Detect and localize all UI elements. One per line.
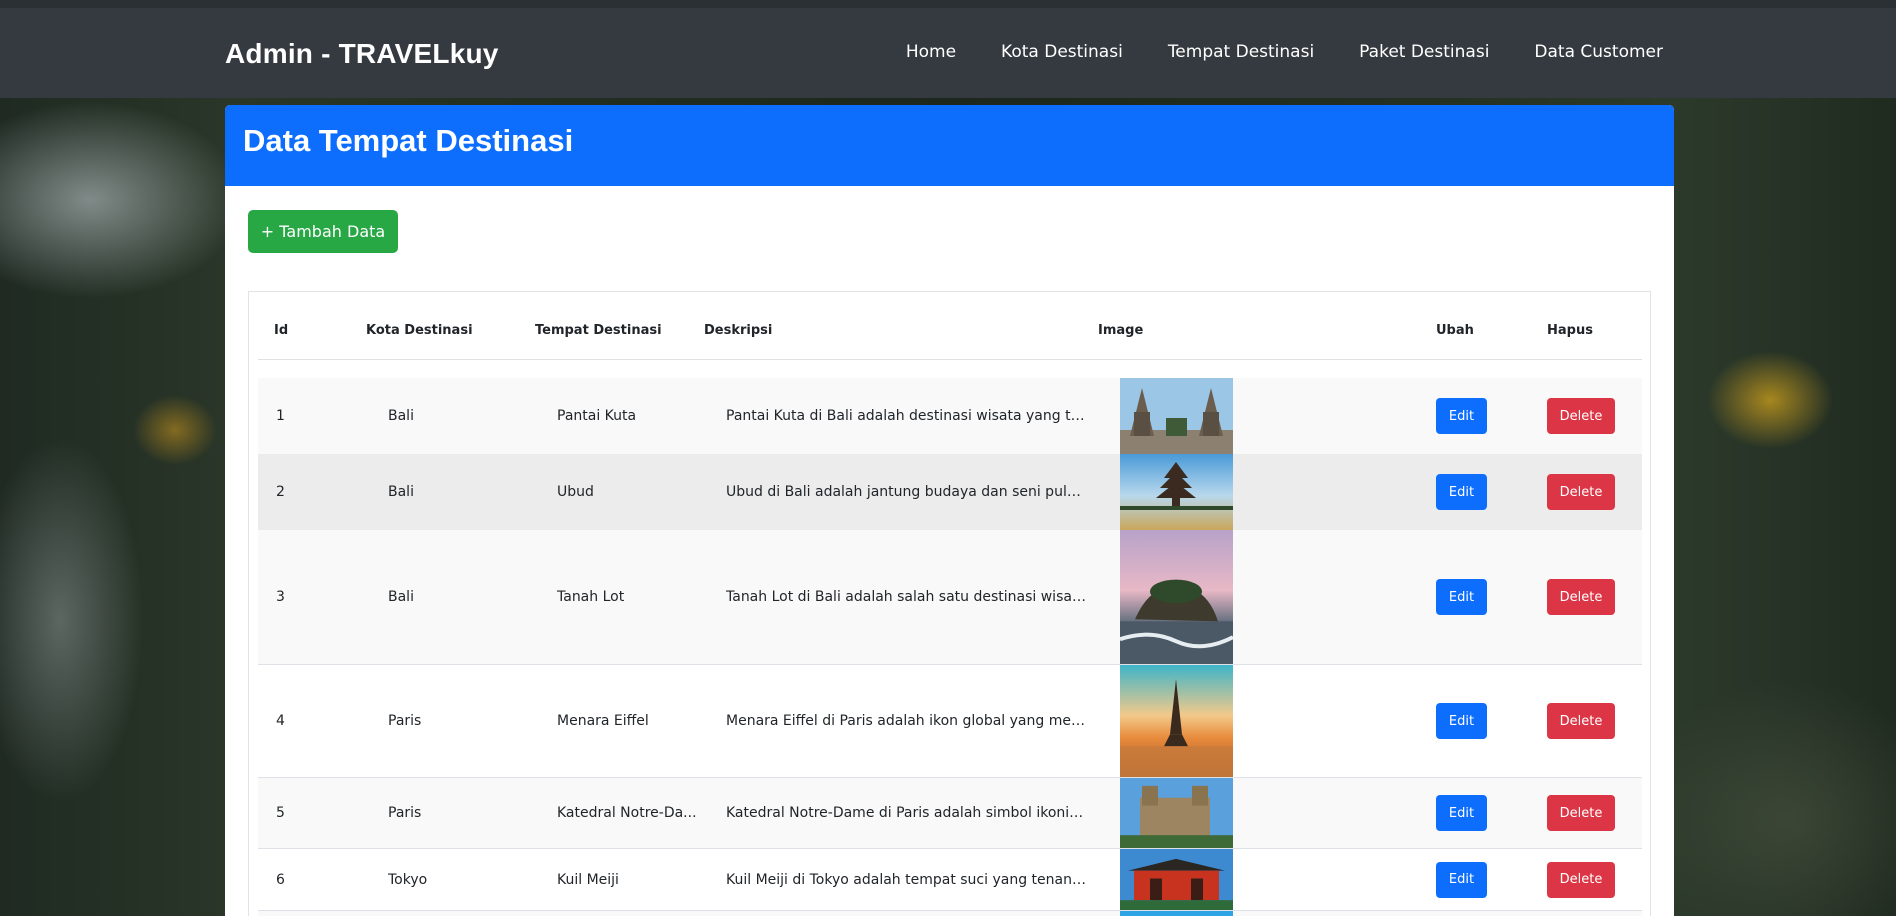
- cell-deskripsi: Kuil Meiji di Tokyo adalah tempat suci y…: [726, 871, 1086, 888]
- nav-kota-destinasi[interactable]: Kota Destinasi: [1001, 42, 1123, 62]
- delete-button[interactable]: Delete: [1547, 703, 1615, 739]
- col-header-kota: Kota Destinasi: [366, 323, 473, 338]
- eiffel-tower-photo: [1120, 665, 1233, 777]
- delete-button[interactable]: Delete: [1547, 474, 1615, 510]
- cell-tempat: Pantai Kuta: [557, 408, 637, 424]
- cell-tempat: Kuil Meiji: [557, 871, 619, 888]
- bali-temple-lake-photo: [1120, 454, 1233, 530]
- nav-data-customer[interactable]: Data Customer: [1534, 42, 1663, 62]
- destinations-table: Id Kota Destinasi Tempat Destinasi Deskr…: [248, 291, 1651, 916]
- cell-kota: Bali: [388, 408, 414, 424]
- cell-deskripsi: Katedral Notre-Dame di Paris adalah simb…: [726, 805, 1086, 821]
- edit-button[interactable]: Edit: [1436, 703, 1487, 739]
- table-row: 1 Bali Pantai Kuta Pantai Kuta di Bali a…: [258, 378, 1642, 454]
- col-header-id: Id: [274, 323, 289, 338]
- edit-button[interactable]: Edit: [1436, 398, 1487, 434]
- edit-button[interactable]: Edit: [1436, 474, 1487, 510]
- cell-kota: Bali: [388, 589, 414, 605]
- destination-thumbnail: [1120, 454, 1233, 530]
- edit-button[interactable]: Edit: [1436, 795, 1487, 831]
- destination-thumbnail: [1120, 911, 1233, 916]
- delete-button[interactable]: Delete: [1547, 398, 1615, 434]
- cell-deskripsi: Menara Eiffel di Paris adalah ikon globa…: [726, 713, 1086, 729]
- table-row: 4 Paris Menara Eiffel Menara Eiffel di P…: [258, 665, 1642, 778]
- main-nav: Home Kota Destinasi Tempat Destinasi Pak…: [906, 42, 1663, 62]
- col-header-ubah: Ubah: [1436, 323, 1474, 338]
- destination-thumbnail: [1120, 530, 1233, 664]
- card-header: Data Tempat Destinasi: [225, 105, 1674, 186]
- notre-dame-photo: [1120, 778, 1233, 848]
- table-row: [258, 911, 1642, 916]
- bali-gate-photo: [1120, 378, 1233, 454]
- cell-id: 6: [276, 871, 285, 888]
- cell-deskripsi: Ubud di Bali adalah jantung budaya dan s…: [726, 484, 1086, 500]
- cell-kota: Tokyo: [388, 871, 428, 888]
- brand-logo[interactable]: Admin - TRAVELkuy: [225, 38, 499, 70]
- col-header-deskripsi: Deskripsi: [704, 323, 773, 338]
- delete-button[interactable]: Delete: [1547, 579, 1615, 615]
- nav-home[interactable]: Home: [906, 42, 956, 62]
- table-header: Id Kota Destinasi Tempat Destinasi Deskr…: [258, 292, 1642, 360]
- nav-paket-destinasi[interactable]: Paket Destinasi: [1359, 42, 1489, 62]
- cell-id: 3: [276, 589, 285, 605]
- table-row: 5 Paris Katedral Notre-Da... Katedral No…: [258, 778, 1642, 849]
- nav-tempat-destinasi[interactable]: Tempat Destinasi: [1168, 42, 1314, 62]
- cell-tempat: Katedral Notre-Da...: [557, 805, 697, 821]
- table-row: 6 Tokyo Kuil Meiji Kuil Meiji di Tokyo a…: [258, 849, 1642, 911]
- cell-tempat: Menara Eiffel: [557, 713, 649, 729]
- destination-thumbnail: [1120, 665, 1233, 777]
- cell-kota: Bali: [388, 484, 414, 500]
- cell-deskripsi: Pantai Kuta di Bali adalah destinasi wis…: [726, 408, 1086, 424]
- delete-button[interactable]: Delete: [1547, 795, 1615, 831]
- destination-thumbnail: [1120, 378, 1233, 454]
- cell-tempat: Tanah Lot: [557, 589, 625, 605]
- col-header-hapus: Hapus: [1547, 323, 1593, 338]
- main-card: Data Tempat Destinasi + Tambah Data Id K…: [225, 105, 1674, 916]
- col-header-tempat: Tempat Destinasi: [535, 323, 662, 338]
- cell-id: 5: [276, 805, 285, 821]
- destination-thumbnail: [1120, 849, 1233, 910]
- tanah-lot-photo: [1120, 530, 1233, 664]
- edit-button[interactable]: Edit: [1436, 579, 1487, 615]
- add-data-button[interactable]: + Tambah Data: [248, 210, 398, 253]
- cell-kota: Paris: [388, 805, 422, 821]
- edit-button[interactable]: Edit: [1436, 861, 1487, 898]
- delete-button[interactable]: Delete: [1547, 861, 1615, 898]
- cell-id: 1: [276, 408, 285, 424]
- cell-id: 4: [276, 713, 285, 729]
- destination-thumbnail: [1120, 778, 1233, 848]
- cell-kota: Paris: [388, 713, 422, 729]
- meiji-shrine-photo: [1120, 849, 1233, 910]
- cell-id: 2: [276, 484, 285, 500]
- table-row: 3 Bali Tanah Lot Tanah Lot di Bali adala…: [258, 530, 1642, 665]
- page-title: Data Tempat Destinasi: [243, 123, 574, 158]
- table-row: 2 Bali Ubud Ubud di Bali adalah jantung …: [258, 454, 1642, 530]
- cell-deskripsi: Tanah Lot di Bali adalah salah satu dest…: [726, 589, 1086, 605]
- col-header-image: Image: [1098, 323, 1144, 338]
- top-navbar: Admin - TRAVELkuy Home Kota Destinasi Te…: [0, 0, 1896, 98]
- cell-tempat: Ubud: [557, 484, 594, 500]
